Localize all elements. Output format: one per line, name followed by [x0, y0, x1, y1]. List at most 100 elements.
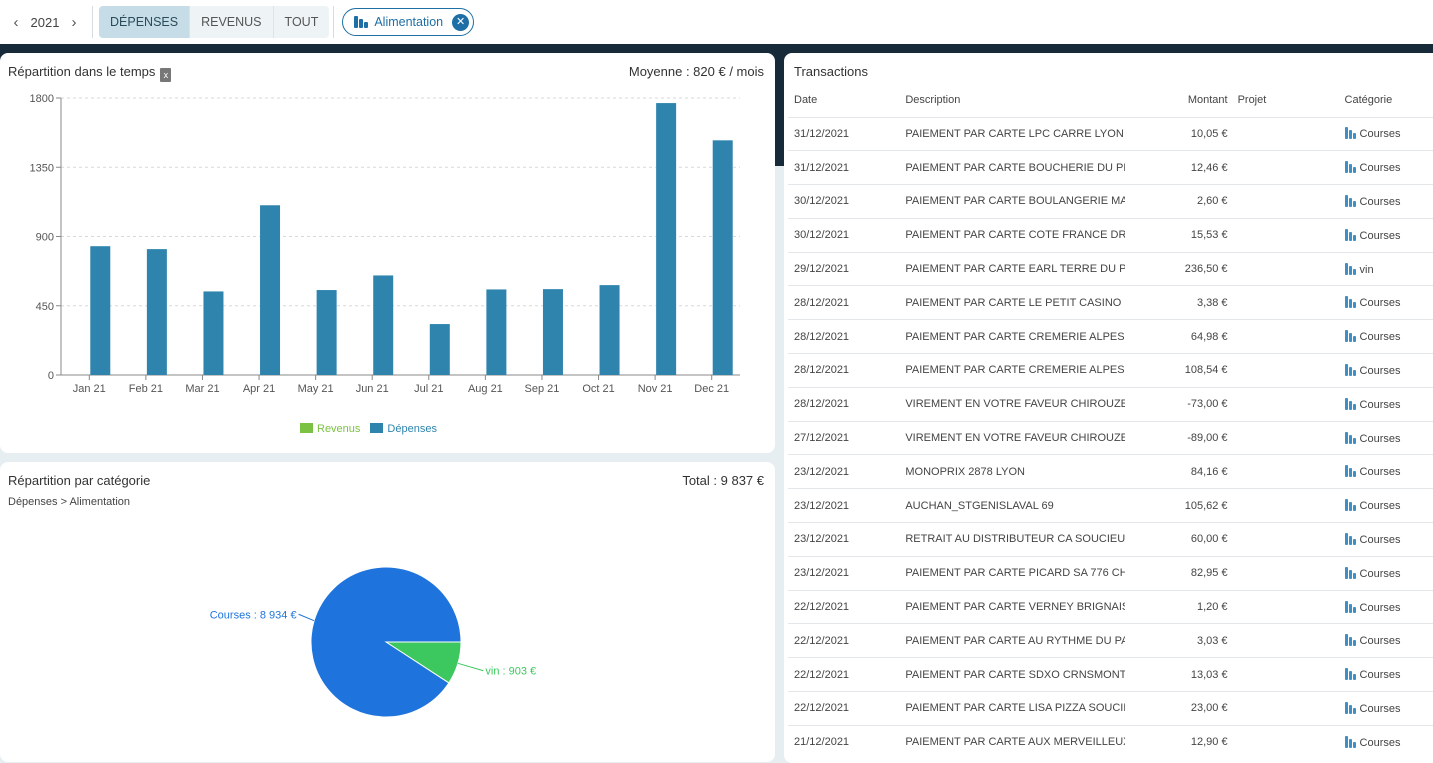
tx-project[interactable] — [1233, 217, 1345, 253]
tx-category[interactable]: Courses — [1344, 319, 1433, 354]
tx-category[interactable]: Courses — [1344, 420, 1433, 455]
category-bars-icon — [1344, 127, 1356, 140]
tx-date: 23/12/2021 — [788, 488, 900, 523]
tab-revenus[interactable]: REVENUS — [190, 6, 274, 38]
category-bars-icon — [1344, 296, 1356, 309]
y-tick-label: 1800 — [30, 93, 54, 105]
tx-category[interactable]: Courses — [1344, 217, 1433, 253]
tx-category[interactable]: Courses — [1344, 724, 1433, 760]
tx-project[interactable] — [1233, 555, 1345, 591]
tx-project[interactable] — [1233, 150, 1345, 185]
tx-project[interactable] — [1233, 691, 1345, 726]
table-row[interactable]: 23/12/2021 MONOPRIX 2878 LYON 84,16 € Cours… — [788, 454, 1433, 489]
col-amount[interactable]: Montant — [1139, 83, 1233, 117]
x-tick-label: Aug 21 — [468, 383, 503, 395]
legend-item-revenus[interactable]: Revenus — [300, 423, 360, 435]
tx-project[interactable] — [1233, 420, 1345, 455]
tx-category[interactable]: vin — [1344, 251, 1433, 286]
table-row[interactable]: 31/12/2021 PAIEMENT PAR CARTE LPC CARRE L… — [788, 116, 1433, 151]
table-row[interactable]: 22/12/2021 PAIEMENT PAR CARTE AU RYTHME D… — [788, 623, 1433, 658]
tx-project[interactable] — [1233, 319, 1345, 354]
tx-category[interactable]: Courses — [1344, 522, 1433, 557]
tx-description-text: PAIEMENT PAR CARTE CREMERIE ALPES VEN — [905, 330, 1125, 343]
tx-project[interactable] — [1233, 589, 1345, 624]
tx-project[interactable] — [1233, 116, 1345, 151]
tx-category[interactable]: Courses — [1344, 150, 1433, 185]
col-date[interactable]: Date — [788, 83, 899, 117]
tx-amount: 1,20 € — [1139, 589, 1234, 624]
table-row[interactable]: 22/12/2021 PAIEMENT PAR CARTE LISA PIZZA … — [788, 691, 1433, 726]
table-row[interactable]: 28/12/2021 PAIEMENT PAR CARTE CREMERIE AL… — [788, 353, 1433, 388]
tx-category[interactable]: Courses — [1344, 691, 1433, 726]
close-circle-icon[interactable]: ✕ — [452, 13, 470, 31]
table-row[interactable]: 31/12/2021 PAIEMENT PAR CARTE BOUCHERIE D… — [788, 150, 1433, 185]
tx-description-text: MONOPRIX 2878 LYON — [905, 465, 1025, 478]
table-row[interactable]: 21/12/2021 PAIEMENT PAR CARTE AUX MERVEIL… — [788, 724, 1433, 760]
table-row[interactable]: 22/12/2021 PAIEMENT PAR CARTE SDXO CRNSMO… — [788, 657, 1433, 692]
tx-project[interactable] — [1233, 184, 1345, 219]
tab-depenses[interactable]: DÉPENSES — [99, 6, 191, 38]
category-bars-icon — [1344, 330, 1356, 343]
tx-project[interactable] — [1233, 251, 1345, 286]
tx-date: 30/12/2021 — [788, 184, 900, 219]
table-row[interactable]: 27/12/2021 VIREMENT EN VOTRE FAVEUR CHIRO… — [788, 420, 1433, 455]
tx-project[interactable] — [1233, 353, 1345, 388]
tx-project[interactable] — [1233, 522, 1345, 557]
table-row[interactable]: 29/12/2021 PAIEMENT PAR CARTE EARL TERRE … — [788, 251, 1433, 286]
table-row[interactable]: 23/12/2021 RETRAIT AU DISTRIBUTEUR CA SOU… — [788, 522, 1433, 557]
tx-project[interactable] — [1233, 657, 1345, 692]
tx-category[interactable]: Courses — [1344, 623, 1433, 658]
tx-category-label: Courses — [1359, 635, 1401, 648]
table-row[interactable]: 23/12/2021 AUCHAN_STGENISLAVAL 69 105,62 €… — [788, 488, 1433, 523]
tx-description: PAIEMENT PAR CARTE AUX MERVEILLEUX W — [899, 724, 1140, 760]
tx-category[interactable]: Courses — [1344, 589, 1433, 624]
col-project[interactable]: Projet — [1234, 83, 1345, 117]
tx-category[interactable]: Courses — [1344, 353, 1433, 388]
x-tick-label: Jan 21 — [73, 383, 106, 395]
divider — [92, 6, 93, 38]
tx-category[interactable]: Courses — [1344, 657, 1433, 692]
category-filter-chip[interactable]: Alimentation ✕ — [342, 8, 475, 36]
tx-category[interactable]: Courses — [1344, 386, 1433, 422]
table-row[interactable]: 30/12/2021 PAIEMENT PAR CARTE BOULANGERIE… — [788, 184, 1433, 219]
tx-project[interactable] — [1233, 724, 1345, 760]
pie-label-leader — [298, 613, 315, 622]
tx-amount: 236,50 € — [1139, 251, 1234, 286]
table-row[interactable]: 28/12/2021 VIREMENT EN VOTRE FAVEUR CHIRO… — [788, 386, 1433, 422]
tx-category[interactable]: Courses — [1344, 488, 1433, 523]
tx-project[interactable] — [1233, 386, 1345, 422]
tx-category[interactable]: Courses — [1344, 454, 1433, 489]
table-row[interactable]: 23/12/2021 PAIEMENT PAR CARTE PICARD SA 7… — [788, 555, 1433, 591]
table-row[interactable]: 30/12/2021 PAIEMENT PAR CARTE COTE FRANCE… — [788, 217, 1433, 253]
tx-category[interactable]: Courses — [1344, 285, 1433, 320]
tx-category[interactable]: Courses — [1344, 555, 1433, 591]
tx-description: PAIEMENT PAR CARTE CREMERIE ALPES VEN — [899, 353, 1140, 388]
tx-amount: -73,00 € — [1139, 386, 1234, 422]
table-row[interactable]: 28/12/2021 PAIEMENT PAR CARTE LE PETIT CA… — [788, 285, 1433, 320]
tx-project[interactable] — [1233, 454, 1345, 489]
tx-project[interactable] — [1233, 623, 1345, 658]
tx-project[interactable] — [1233, 285, 1345, 320]
x-tick-label: Sep 21 — [525, 383, 560, 395]
tx-category[interactable]: Courses — [1344, 184, 1433, 219]
tx-category-label: Courses — [1359, 162, 1401, 175]
col-description[interactable]: Description — [899, 83, 1139, 117]
tx-date: 22/12/2021 — [788, 623, 900, 658]
tx-description-text: VIREMENT EN VOTRE FAVEUR CHIROUZE LU — [905, 398, 1126, 411]
table-row[interactable]: 28/12/2021 PAIEMENT PAR CARTE CREMERIE AL… — [788, 319, 1433, 354]
chevron-right-icon[interactable]: › — [64, 14, 84, 31]
tx-category[interactable]: Courses — [1344, 116, 1433, 151]
tx-amount: 64,98 € — [1139, 319, 1234, 354]
table-row[interactable]: 22/12/2021 PAIEMENT PAR CARTE VERNEY BRIG… — [788, 589, 1433, 624]
tab-tout[interactable]: TOUT — [274, 6, 330, 38]
col-category[interactable]: Catégorie — [1345, 83, 1433, 117]
tx-amount: 84,16 € — [1139, 454, 1234, 489]
tx-date: 27/12/2021 — [788, 420, 900, 455]
tx-amount: 10,05 € — [1139, 116, 1234, 151]
time-distribution-panel: Répartition dans le temps x Moyenne : 820… — [0, 53, 775, 453]
pie-slice-courses[interactable] — [310, 566, 462, 718]
legend-item-depenses[interactable]: Dépenses — [370, 423, 437, 435]
chevron-left-icon[interactable]: ‹ — [6, 14, 26, 31]
x-tick-label: Nov 21 — [638, 383, 673, 395]
tx-project[interactable] — [1233, 488, 1345, 523]
